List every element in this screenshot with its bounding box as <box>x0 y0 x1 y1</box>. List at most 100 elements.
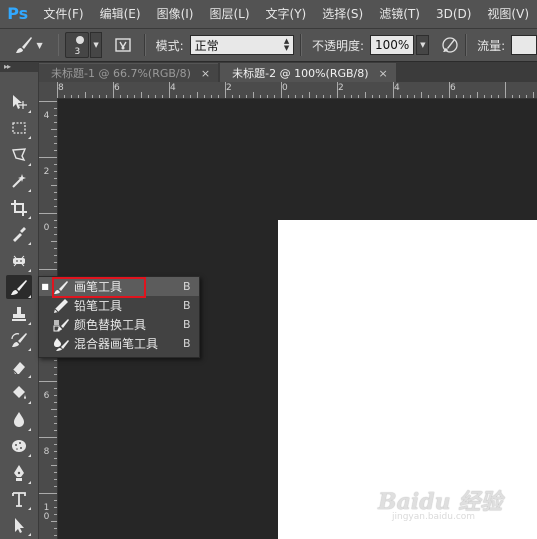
ruler-tick <box>54 367 57 368</box>
pressure-opacity-button[interactable] <box>441 34 459 56</box>
close-icon[interactable]: × <box>201 67 210 80</box>
brush-size-preview[interactable]: 3 <box>65 32 90 58</box>
ruler-label: 6 <box>450 83 456 93</box>
toolbox-collapse-handle[interactable]: ▸▸ <box>0 62 38 72</box>
chevron-down-icon[interactable]: ▼ <box>36 32 44 58</box>
shortcut-key: B <box>183 280 191 293</box>
flyout-item-mixer-brush[interactable]: 混合器画笔工具 B <box>39 334 199 353</box>
ruler-tick <box>54 220 57 221</box>
ruler-tick <box>54 255 57 256</box>
tool-pen[interactable] <box>6 461 32 485</box>
tool-paint-bucket[interactable] <box>6 381 32 405</box>
ruler-tick <box>54 374 57 375</box>
ruler-tick <box>519 95 520 98</box>
ruler-tick <box>54 514 57 515</box>
tool-type[interactable] <box>6 487 32 511</box>
tool-healing[interactable] <box>6 249 32 273</box>
menu-filter[interactable]: 滤镜(T) <box>371 0 428 28</box>
ruler-tick <box>470 95 471 98</box>
color-replacement-icon <box>51 317 71 333</box>
ruler-tick <box>232 95 233 98</box>
menu-type[interactable]: 文字(Y) <box>258 0 315 28</box>
ruler-label: 8 <box>58 83 64 93</box>
ruler-tick <box>54 388 57 389</box>
ruler-tick <box>183 95 184 98</box>
ruler-tick <box>365 92 366 98</box>
ruler-tick <box>54 192 57 193</box>
ruler-tick <box>54 402 57 403</box>
menu-view[interactable]: 视图(V) <box>479 0 537 28</box>
ruler-tick <box>54 143 57 144</box>
chevron-down-icon[interactable]: ▼ <box>90 32 102 58</box>
tool-history-brush[interactable] <box>6 328 32 352</box>
tool-brush[interactable] <box>6 275 32 299</box>
flow-label: 流量: <box>477 38 506 53</box>
ruler-tick <box>246 95 247 98</box>
tool-magic-wand[interactable] <box>6 169 32 193</box>
ruler-tick <box>274 95 275 98</box>
ruler-tick <box>421 92 422 98</box>
magic-wand-icon <box>12 174 26 188</box>
flow-field[interactable] <box>511 35 537 55</box>
ruler-tick <box>54 500 57 501</box>
ruler-tick <box>54 416 57 417</box>
menu-image[interactable]: 图像(I) <box>149 0 202 28</box>
tool-marquee[interactable] <box>6 116 32 140</box>
flyout-item-color-replacement[interactable]: 颜色替换工具 B <box>39 315 199 334</box>
ruler-tick <box>54 423 57 424</box>
ruler-tick <box>428 95 429 98</box>
opacity-field[interactable]: 100% <box>370 35 415 55</box>
shortcut-key: B <box>183 337 191 350</box>
ruler-tick <box>225 82 226 98</box>
tab-document-2[interactable]: 未标题-2 @ 100%(RGB/8) × <box>220 63 396 82</box>
ruler-label: 6 <box>114 83 120 93</box>
ruler-tick <box>526 95 527 98</box>
tool-eraser[interactable] <box>6 355 32 379</box>
tool-crop[interactable] <box>6 196 32 220</box>
ruler-label: 4 <box>394 83 400 93</box>
menu-select[interactable]: 选择(S) <box>314 0 371 28</box>
opacity-dropdown-button[interactable]: ▼ <box>416 35 430 55</box>
menu-3d[interactable]: 3D(D) <box>428 0 479 28</box>
ruler-label: 4 <box>170 83 176 93</box>
tool-clone-stamp[interactable] <box>6 302 32 326</box>
brush-panel-toggle[interactable] <box>114 34 132 56</box>
tool-sponge[interactable] <box>6 434 32 458</box>
tool-eyedropper[interactable] <box>6 222 32 246</box>
close-icon[interactable]: × <box>379 67 388 80</box>
tool-path-selection[interactable] <box>6 513 32 537</box>
tool-move[interactable] <box>6 90 32 114</box>
tool-preset-picker[interactable] <box>12 32 36 58</box>
ruler-tick <box>127 95 128 98</box>
ruler-tick <box>393 82 394 98</box>
flyout-item-brush[interactable]: ■ 画笔工具 B <box>39 277 199 298</box>
ruler-tick <box>309 92 310 98</box>
ruler-tick <box>39 269 57 270</box>
ruler-tick <box>39 381 57 382</box>
mode-select[interactable]: 正常 ▲ ▼ <box>189 35 295 55</box>
ruler-tick <box>54 248 57 249</box>
tool-blur[interactable] <box>6 408 32 432</box>
menu-layer[interactable]: 图层(L) <box>201 0 257 28</box>
clone-stamp-icon <box>12 307 26 321</box>
ruler-tick <box>211 95 212 98</box>
ruler-tick <box>337 82 338 98</box>
menu-file[interactable]: 文件(F) <box>35 0 91 28</box>
pen-icon <box>14 465 24 481</box>
ruler-tick <box>106 95 107 98</box>
menu-edit[interactable]: 编辑(E) <box>92 0 149 28</box>
ruler-tick <box>39 213 57 214</box>
tool-lasso[interactable] <box>6 143 32 167</box>
horizontal-ruler[interactable]: 8 6 4 2 0 2 4 6 <box>57 82 537 99</box>
ruler-tick <box>51 409 57 410</box>
ruler-tick <box>351 95 352 98</box>
flyout-item-pencil[interactable]: 铅笔工具 B <box>39 296 199 315</box>
tab-document-1[interactable]: 未标题-1 @ 66.7%(RGB/8) × <box>39 63 219 82</box>
ruler-tick <box>54 164 57 165</box>
ruler-origin[interactable] <box>39 82 58 99</box>
ruler-tick <box>358 95 359 98</box>
ruler-tick <box>54 451 57 452</box>
ruler-tick <box>302 95 303 98</box>
ruler-tick <box>407 95 408 98</box>
ruler-tick <box>64 95 65 98</box>
